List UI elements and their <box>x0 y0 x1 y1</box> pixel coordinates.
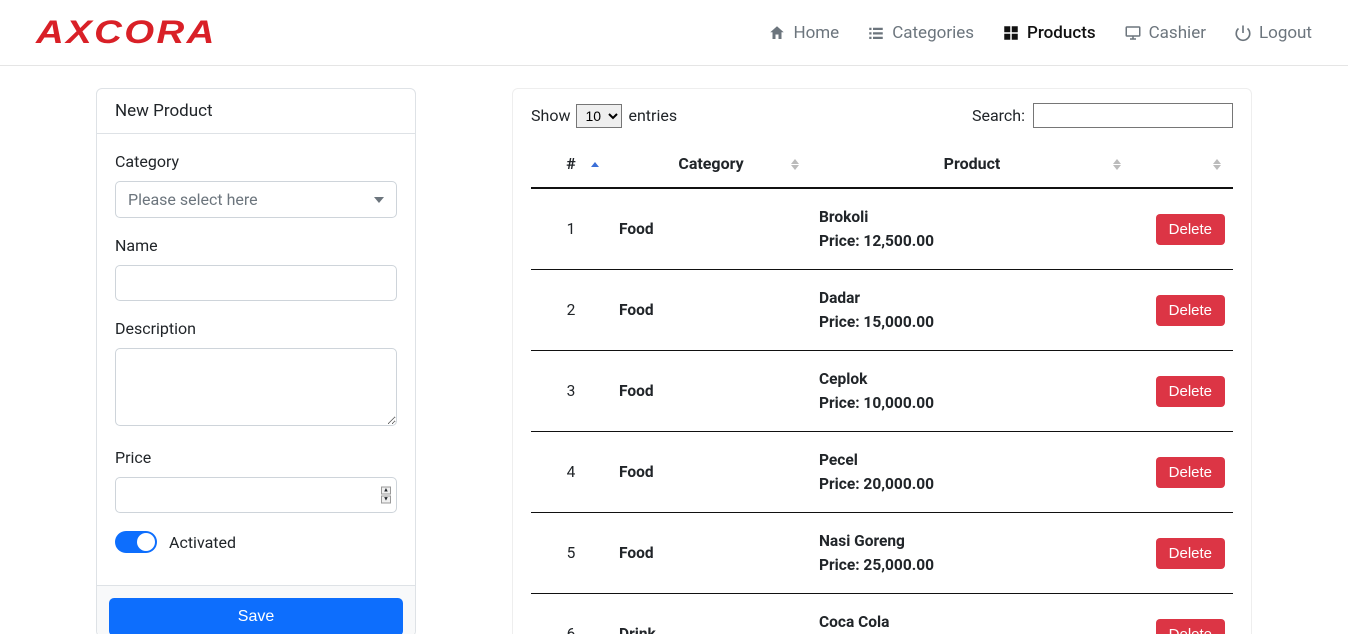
search-input[interactable] <box>1033 103 1233 128</box>
search-box: Search: <box>972 103 1233 128</box>
delete-button[interactable]: Delete <box>1156 538 1225 569</box>
sort-icon <box>791 157 801 173</box>
search-label: Search: <box>972 106 1025 125</box>
products-table: # Category Product 1FoodBrokoliPrice: 12… <box>531 142 1233 634</box>
table-row: 4FoodPecelPrice: 20,000.00 Delete <box>531 432 1233 513</box>
col-actions[interactable] <box>1133 142 1233 188</box>
activated-toggle[interactable] <box>115 531 157 553</box>
row-product: PecelPrice: 20,000.00 <box>811 432 1133 513</box>
row-product: CeplokPrice: 10,000.00 <box>811 351 1133 432</box>
table-row: 2FoodDadarPrice: 15,000.00 Delete <box>531 270 1233 351</box>
row-category: Food <box>611 351 811 432</box>
category-select-placeholder: Please select here <box>128 190 258 209</box>
products-table-panel: Show 10 entries Search: # Category Produ… <box>512 88 1252 634</box>
table-row: 6DrinkCoca ColaPrice: 10,000.00 Delete <box>531 594 1233 634</box>
delete-button[interactable]: Delete <box>1156 619 1225 634</box>
row-product: Coca ColaPrice: 10,000.00 <box>811 594 1133 634</box>
row-num: 2 <box>531 270 611 351</box>
delete-button[interactable]: Delete <box>1156 457 1225 488</box>
new-product-form: New Product Category Please select here … <box>96 88 416 634</box>
grid-icon <box>1002 24 1020 42</box>
navbar: AXCORA Home Categories Products Cashier … <box>0 0 1348 66</box>
col-product[interactable]: Product <box>811 142 1133 188</box>
form-title: New Product <box>97 89 415 134</box>
description-label: Description <box>115 319 397 338</box>
nav-categories-label: Categories <box>892 23 974 43</box>
row-category: Food <box>611 513 811 594</box>
row-product: BrokoliPrice: 12,500.00 <box>811 188 1133 270</box>
show-label: Show <box>531 106 570 125</box>
entries-label: entries <box>628 106 677 125</box>
row-num: 6 <box>531 594 611 634</box>
row-product: Nasi GorengPrice: 25,000.00 <box>811 513 1133 594</box>
price-label: Price <box>115 448 397 467</box>
nav-products-label: Products <box>1027 23 1096 43</box>
name-input[interactable] <box>115 265 397 301</box>
delete-button[interactable]: Delete <box>1156 214 1225 245</box>
entries-select[interactable]: 10 <box>576 104 622 128</box>
nav-links: Home Categories Products Cashier Logout <box>768 23 1312 43</box>
power-icon <box>1234 24 1252 42</box>
row-category: Food <box>611 432 811 513</box>
nav-categories[interactable]: Categories <box>867 23 974 43</box>
sort-icon <box>1213 157 1223 173</box>
row-category: Food <box>611 270 811 351</box>
nav-logout[interactable]: Logout <box>1234 23 1312 43</box>
show-entries: Show 10 entries <box>531 104 677 128</box>
activated-label: Activated <box>169 533 236 552</box>
category-label: Category <box>115 152 397 171</box>
sort-icon <box>591 157 601 173</box>
save-button[interactable]: Save <box>109 598 403 634</box>
row-product: DadarPrice: 15,000.00 <box>811 270 1133 351</box>
table-row: 1FoodBrokoliPrice: 12,500.00 Delete <box>531 188 1233 270</box>
category-select[interactable]: Please select here <box>115 181 397 218</box>
list-icon <box>867 24 885 42</box>
row-num: 3 <box>531 351 611 432</box>
nav-logout-label: Logout <box>1259 23 1312 43</box>
nav-products[interactable]: Products <box>1002 23 1096 43</box>
row-num: 5 <box>531 513 611 594</box>
nav-home[interactable]: Home <box>768 23 839 43</box>
col-num[interactable]: # <box>531 142 611 188</box>
price-input[interactable] <box>115 477 397 513</box>
sort-icon <box>1113 157 1123 173</box>
home-icon <box>768 24 786 42</box>
monitor-icon <box>1124 24 1142 42</box>
description-input[interactable] <box>115 348 397 426</box>
row-num: 4 <box>531 432 611 513</box>
row-category: Food <box>611 188 811 270</box>
name-label: Name <box>115 236 397 255</box>
delete-button[interactable]: Delete <box>1156 376 1225 407</box>
row-category: Drink <box>611 594 811 634</box>
delete-button[interactable]: Delete <box>1156 295 1225 326</box>
nav-cashier-label: Cashier <box>1149 23 1206 43</box>
nav-home-label: Home <box>793 23 839 43</box>
caret-down-icon <box>374 197 384 203</box>
price-spinner-buttons[interactable]: ▲▼ <box>381 487 391 504</box>
table-row: 3FoodCeplokPrice: 10,000.00 Delete <box>531 351 1233 432</box>
brand-logo[interactable]: AXCORA <box>36 14 217 51</box>
col-category[interactable]: Category <box>611 142 811 188</box>
table-row: 5FoodNasi GorengPrice: 25,000.00 Delete <box>531 513 1233 594</box>
row-num: 1 <box>531 188 611 270</box>
nav-cashier[interactable]: Cashier <box>1124 23 1206 43</box>
